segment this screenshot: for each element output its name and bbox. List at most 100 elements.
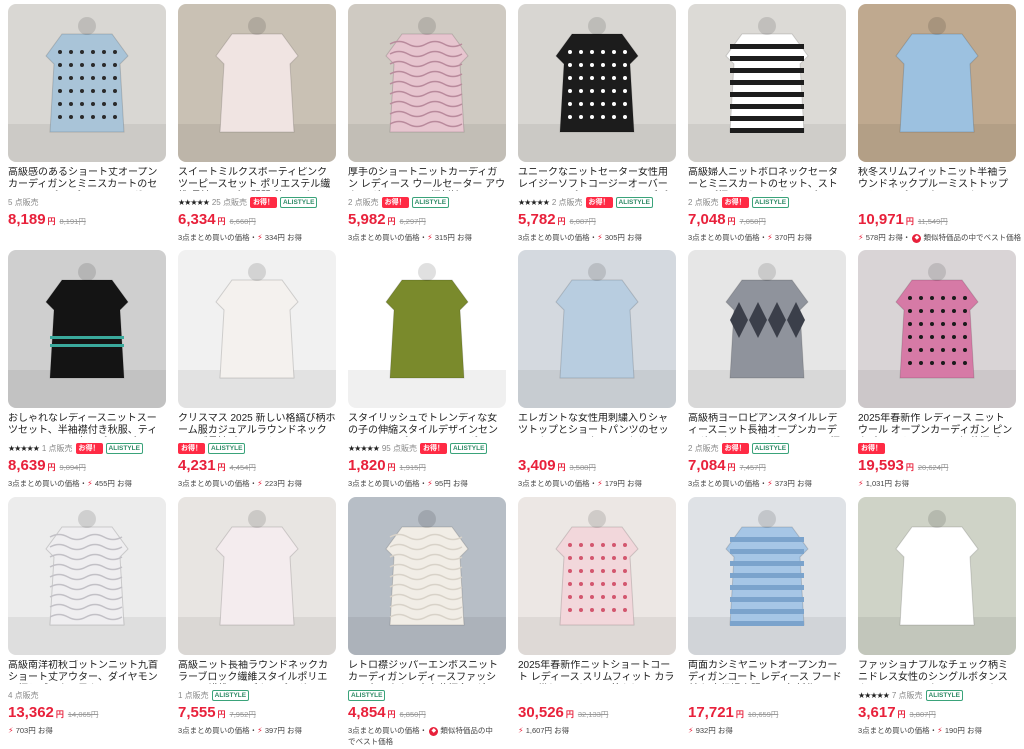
price-row: 17,721 円 18,659円 — [688, 704, 778, 722]
deal-badge: お得！ — [585, 196, 613, 208]
savings-amount: 315円 お得 — [434, 233, 472, 242]
product-card[interactable]: 両面カシミヤニットオープンカーディガンコート レディース フード付き 高級婦人服… — [688, 497, 846, 741]
product-title[interactable]: 高級ニット長袖ラウンドネックカラーブロック繊維スタイルポリエステル繊維メンズカー… — [178, 660, 336, 684]
product-title[interactable]: 両面カシミヤニットオープンカーディガンコート レディース フード付き 高級婦人服… — [688, 660, 846, 684]
savings-info: 3点まとめ買いの価格・ ◆ 類似特価品の中でベスト価格 — [348, 725, 498, 747]
deal-badge: お得！ — [381, 196, 409, 208]
deal-badge: お得！ — [249, 196, 277, 208]
lightning-icon: ⚡ — [518, 726, 524, 735]
product-title[interactable]: おしゃれなレディースニットスーツセット、半袖襟付き秋服、ティーンエイジャー女子プ… — [8, 413, 166, 437]
lightning-icon: ⚡ — [858, 233, 864, 242]
product-title[interactable]: 高級婦人ニットボロネックセーターとミニスカートのセット、ストライプ柄のおしゃれな… — [688, 167, 846, 191]
lightning-icon: ⚡ — [767, 233, 773, 242]
product-title[interactable]: 秋冬スリムフィットニット半袖ラウンドネックプルーミストトップスとラップアラウンド… — [858, 167, 1016, 191]
product-card[interactable]: 高級婦人ニットボロネックセーターとミニスカートのセット、ストライプ柄のおしゃれな… — [688, 4, 846, 248]
product-card[interactable]: 厚手のショートニットカーディガン レディース ウールセーター アウター ダイヤモ… — [348, 4, 506, 248]
product-image[interactable] — [178, 250, 336, 408]
product-card[interactable]: クリスマス 2025 新しい格縞び柄ホーム服カジュアルラウンドネックルーズ長袖パ… — [178, 250, 336, 494]
product-image[interactable] — [348, 250, 506, 408]
product-title[interactable]: クリスマス 2025 新しい格縞び柄ホーム服カジュアルラウンドネックルーズ長袖パ… — [178, 413, 336, 437]
product-card[interactable]: ファッショナブルなチェック柄ミニドレス女性のシングルボタンスカートドレススタイリ… — [858, 497, 1016, 741]
product-price: 3,409 — [518, 457, 556, 474]
product-title[interactable]: レトロ襟ジッパーエンボスニットカーディガンレディースファッション冬アウター中空花… — [348, 660, 506, 684]
product-price: 6,334 — [178, 211, 216, 228]
bundle-price-label: 3点まとめ買いの価格・ — [8, 479, 88, 488]
currency-unit: 円 — [47, 463, 56, 472]
product-image[interactable] — [348, 497, 506, 655]
sold-count: 1 点販売 — [178, 690, 209, 700]
store-badge: ALISTYLE — [615, 196, 653, 208]
product-image[interactable] — [858, 497, 1016, 655]
product-title[interactable]: ユニークなニットセーター女性用レイジーソフトコージーオーバーヘッドトップススモー… — [518, 167, 676, 191]
product-card[interactable]: スイートミルクスポーティピンクツーピースセット ポリエステル繊維 長袖ジッパー開… — [178, 4, 336, 248]
product-image[interactable] — [688, 250, 846, 408]
original-price: 6,668円 — [229, 217, 256, 226]
product-title[interactable]: 高級南洋初秋ゴットンニット九首ショート丈アウター、ダイヤモンド柄とブークレ風カジ… — [8, 660, 166, 684]
product-card[interactable]: 高級柄ヨーロピアンスタイルレディースニット長袖オープンカーディガン クラシックダ… — [688, 250, 846, 494]
product-image[interactable] — [178, 497, 336, 655]
product-image[interactable] — [858, 4, 1016, 162]
product-title[interactable]: 高級感のあるショート丈オープンカーディガンとミニスカートのセットアップ レディー… — [8, 167, 166, 191]
product-title[interactable]: スイートミルクスポーティピンクツーピースセット ポリエステル繊維 長袖ジッパー開… — [178, 167, 336, 191]
product-image[interactable] — [518, 497, 676, 655]
savings-amount: 95円 お得 — [434, 479, 468, 488]
product-title[interactable]: 高級柄ヨーロピアンスタイルレディースニット長袖オープンカーディガン クラシックダ… — [688, 413, 846, 437]
savings-info: 3点まとめ買いの価格・⚡ 95円 お得 — [348, 478, 508, 489]
product-price: 4,231 — [178, 457, 216, 474]
currency-unit: 円 — [905, 217, 914, 226]
product-image[interactable] — [688, 4, 846, 162]
product-price: 3,617 — [858, 704, 896, 721]
lightning-icon: ⚡ — [597, 479, 603, 488]
product-title[interactable]: ファッショナブルなチェック柄ミニドレス女性のシングルボタンスカートドレススタイリ… — [858, 660, 1016, 684]
product-card[interactable]: ユニークなニットセーター女性用レイジーソフトコージーオーバーヘッドトップススモー… — [518, 4, 676, 248]
product-card[interactable]: スタイリッシュでトレンディな女の子の伸縮スタイルデザインセンスストラップレススリ… — [348, 250, 506, 494]
product-card[interactable]: 2025年春新作 レディース ニット ウール オープンカーディガン ピンクパール… — [858, 250, 1016, 494]
currency-unit: 円 — [217, 217, 226, 226]
product-image[interactable] — [518, 4, 676, 162]
product-title[interactable]: エレガントな女性用刺繍入りシャツトップとショートパンツのセット、カレッジスタイル… — [518, 413, 676, 437]
product-meta: お得！ — [858, 442, 885, 454]
currency-unit: 円 — [727, 217, 736, 226]
lightning-icon: ⚡ — [8, 726, 14, 735]
product-card[interactable]: 2025年春新作ニットショートコート レディース スリムフィット カラフル織りジ… — [518, 497, 676, 741]
product-card[interactable]: レトロ襟ジッパーエンボスニットカーディガンレディースファッション冬アウター中空花… — [348, 497, 506, 746]
product-title[interactable]: 厚手のショートニットカーディガン レディース ウールセーター アウター ダイヤモ… — [348, 167, 506, 191]
product-title[interactable]: スタイリッシュでトレンディな女の子の伸縮スタイルデザインセンスストラップレススリ… — [348, 413, 506, 437]
deal-badge: お得！ — [721, 196, 749, 208]
savings-info: 3点まとめ買いの価格・⚡ 373円 お得 — [688, 478, 848, 489]
lightning-icon: ⚡ — [597, 233, 603, 242]
store-badge: ALISTYLE — [211, 689, 250, 701]
lightning-icon: ⚡ — [87, 479, 93, 488]
product-title[interactable]: 2025年春新作 レディース ニット ウール オープンカーディガン ピンクパール… — [858, 413, 1016, 437]
store-badge: ALISTYLE — [751, 196, 790, 208]
product-card[interactable]: 高級感のあるショート丈オープンカーディガンとミニスカートのセットアップ レディー… — [8, 4, 166, 248]
savings-amount: 932円 お得 — [695, 726, 733, 735]
savings-amount: 190円 お得 — [944, 726, 982, 735]
savings-info: 3点まとめ買いの価格・⚡ 315円 お得 — [348, 232, 508, 243]
savings-info: 3点まとめ買いの価格・⚡ 455円 お得 — [8, 478, 168, 489]
product-price: 8,189 — [8, 211, 46, 228]
product-image[interactable] — [8, 250, 166, 408]
product-meta: 4 点販売 — [8, 689, 39, 701]
product-card[interactable]: 高級南洋初秋ゴットンニット九首ショート丈アウター、ダイヤモンド柄とブークレ風カジ… — [8, 497, 166, 741]
currency-unit: 円 — [47, 217, 56, 226]
product-image[interactable] — [518, 250, 676, 408]
product-image[interactable] — [178, 4, 336, 162]
product-image[interactable] — [688, 497, 846, 655]
product-image[interactable] — [348, 4, 506, 162]
deal-badge: お得！ — [858, 442, 885, 454]
currency-unit: 円 — [387, 217, 396, 226]
original-price: 9,094円 — [59, 463, 86, 472]
original-price: 32,133円 — [577, 710, 609, 719]
product-card[interactable]: 高級ニット長袖ラウンドネックカラーブロック繊維スタイルポリエステル繊維メンズカー… — [178, 497, 336, 741]
product-image[interactable] — [8, 4, 166, 162]
currency-unit: 円 — [217, 710, 226, 719]
product-image[interactable] — [858, 250, 1016, 408]
product-image[interactable] — [8, 497, 166, 655]
product-card[interactable]: 秋冬スリムフィットニット半袖ラウンドネックプルーミストトップスとラップアラウンド… — [858, 4, 1021, 248]
product-card[interactable]: エレガントな女性用刺繍入りシャツトップとショートパンツのセット、カレッジスタイル… — [518, 250, 676, 494]
savings-info: 3点まとめ買いの価格・⚡ 370円 お得 — [688, 232, 848, 243]
product-title[interactable]: 2025年春新作ニットショートコート レディース スリムフィット カラフル織りジ… — [518, 660, 676, 684]
bundle-price-label: 3点まとめ買いの価格・ — [518, 479, 598, 488]
product-card[interactable]: おしゃれなレディースニットスーツセット、半袖襟付き秋服、ティーンエイジャー女子プ… — [8, 250, 166, 494]
